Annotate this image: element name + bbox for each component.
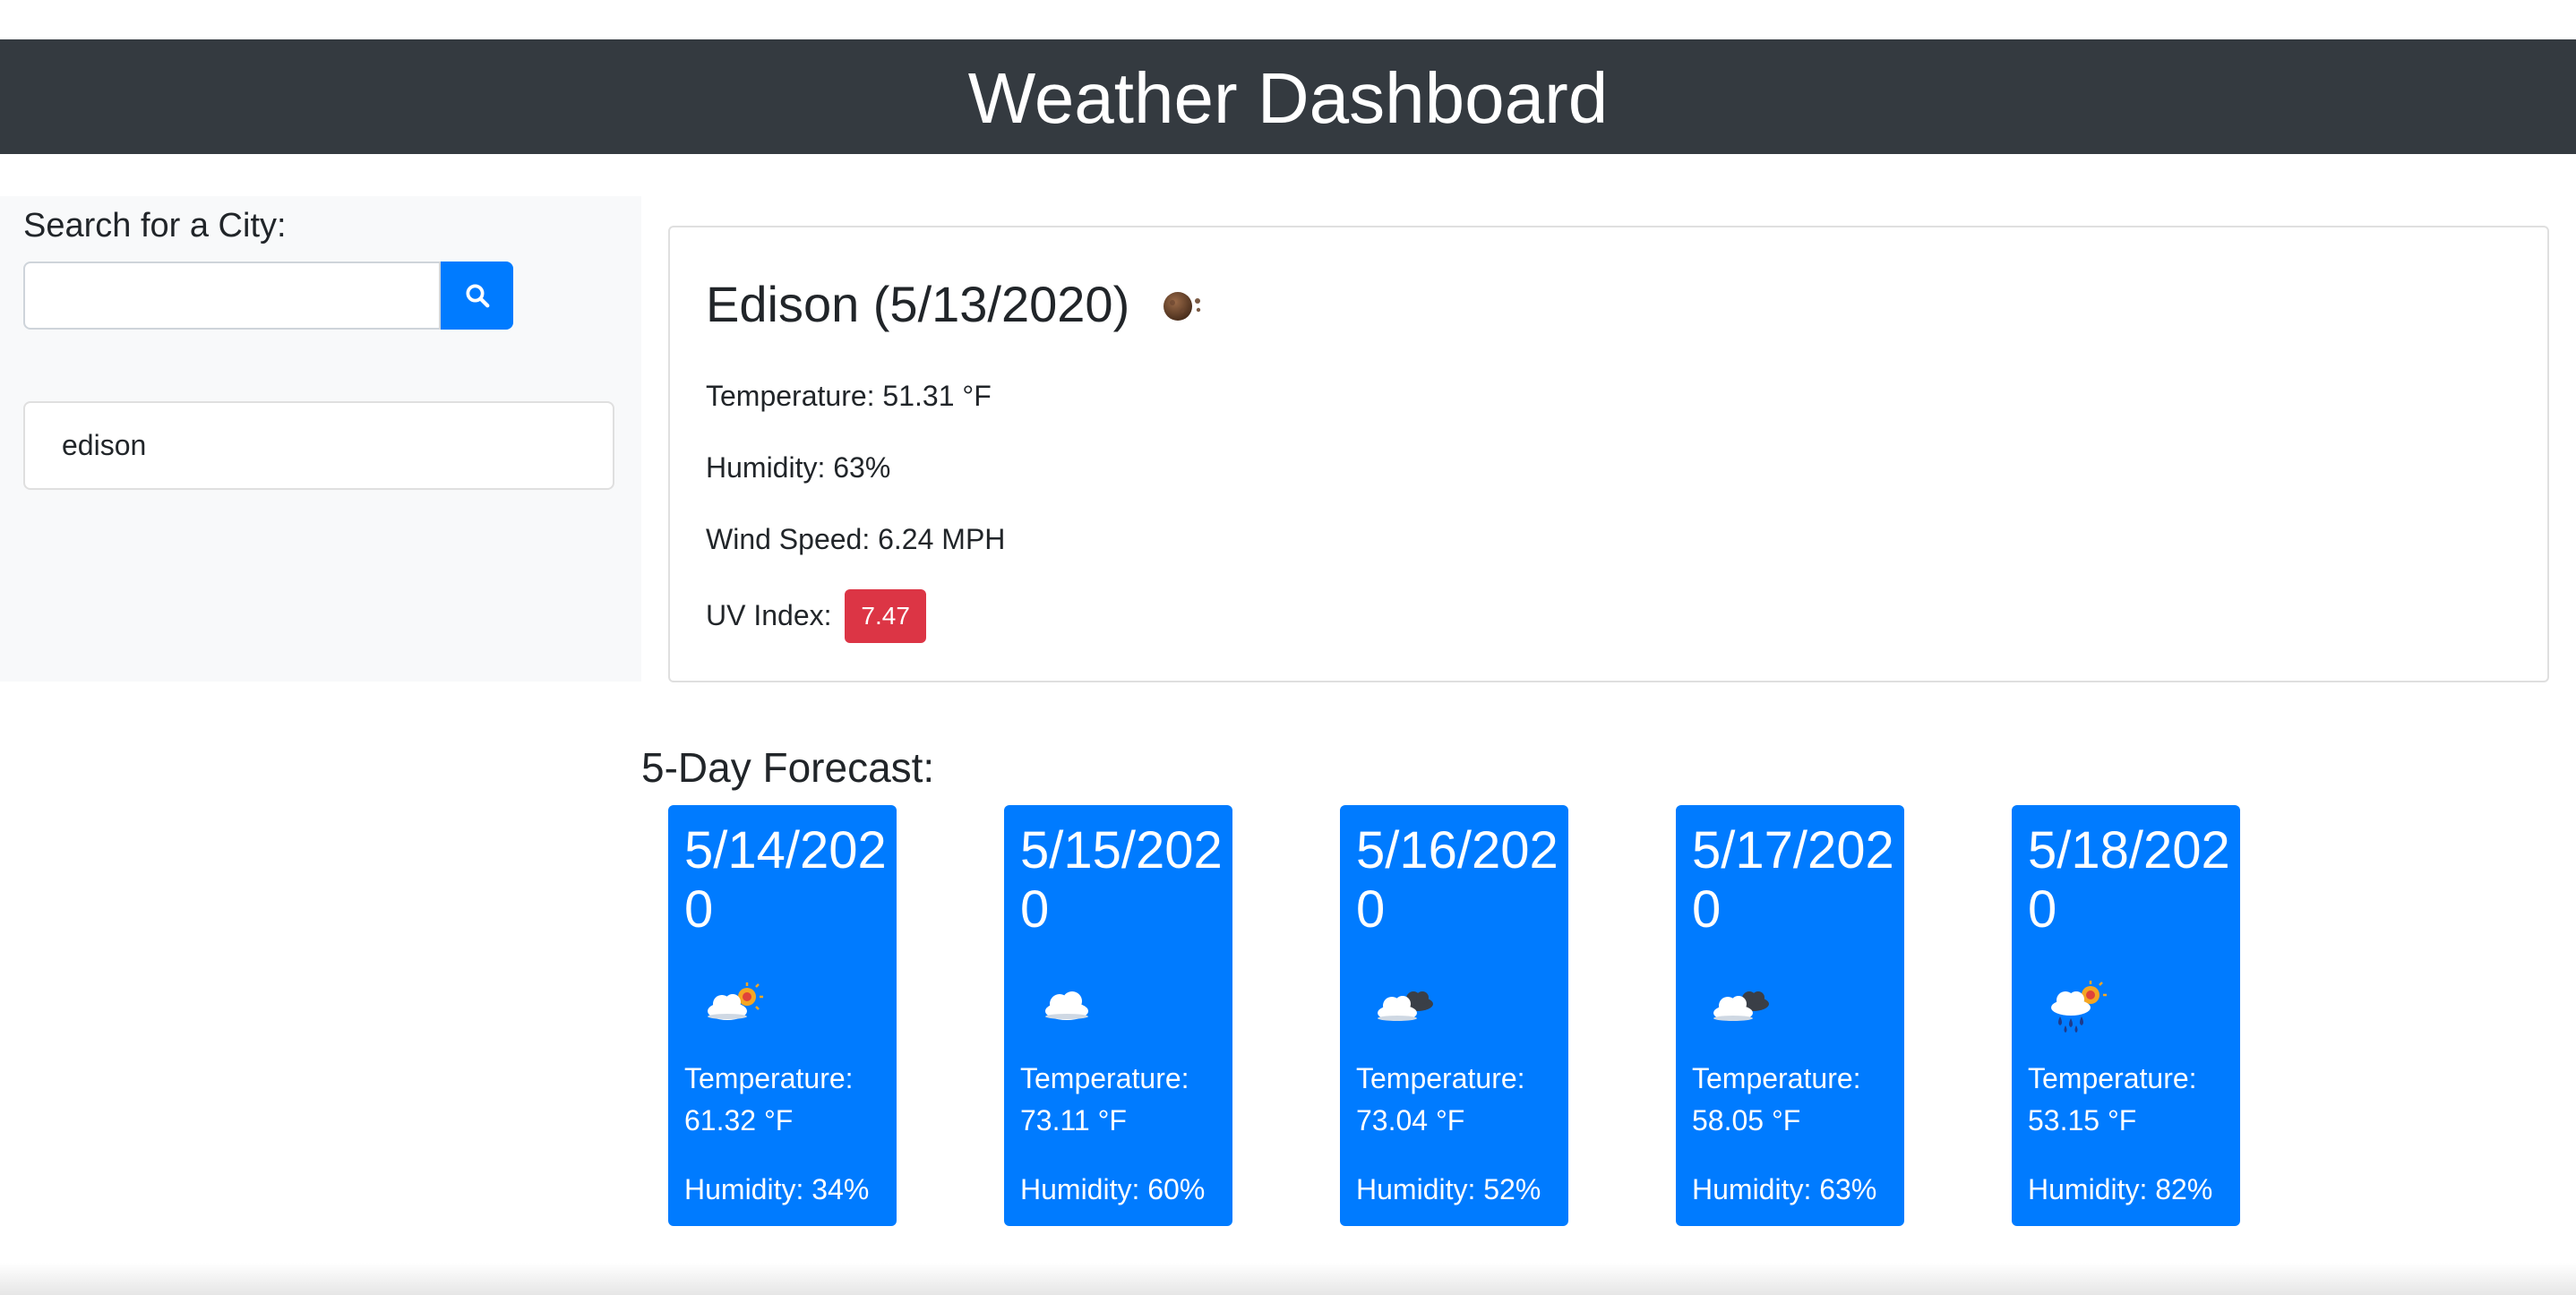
- forecast-temperature-label: Temperature:: [1020, 1062, 1189, 1094]
- forecast-temperature: 53.15 °F: [2028, 1104, 2137, 1136]
- forecast-card: 5/17/2020 Temperature: 58.05 °F Humidity…: [1676, 805, 1904, 1226]
- forecast-temperature-label: Temperature:: [1356, 1062, 1525, 1094]
- forecast-humidity: Humidity: 63%: [1692, 1173, 1877, 1205]
- search-button[interactable]: [441, 262, 513, 330]
- rain-sun-icon: [2051, 981, 2107, 1033]
- forecast-temperature: 61.32 °F: [684, 1104, 794, 1136]
- page-title: Weather Dashboard: [967, 58, 1609, 138]
- forecast-temperature-label: Temperature:: [684, 1062, 854, 1094]
- forecast-card: 5/16/2020 Temperature: 73.04 °F Humidity…: [1340, 805, 1568, 1226]
- page-header: Weather Dashboard: [0, 39, 2576, 154]
- forecast-humidity: Humidity: 82%: [2028, 1173, 2213, 1205]
- forecast-humidity: Humidity: 34%: [684, 1173, 870, 1205]
- search-history-item-label: edison: [62, 429, 147, 461]
- uv-index-badge: 7.47: [845, 588, 926, 643]
- current-weather-title: Edison (5/13/2020): [706, 274, 1210, 335]
- forecast-temperature-label: Temperature:: [2028, 1062, 2197, 1094]
- search-input[interactable]: [23, 262, 441, 330]
- forecast-temperature: 58.05 °F: [1692, 1104, 1801, 1136]
- search-history-item[interactable]: edison: [23, 401, 614, 490]
- moon-clear-icon: [1153, 276, 1210, 333]
- current-wind-speed: Wind Speed: 6.24 MPH: [706, 523, 1006, 555]
- forecast-humidity: Humidity: 52%: [1356, 1173, 1541, 1205]
- search-label: Search for a City:: [23, 207, 287, 244]
- forecast-humidity: Humidity: 60%: [1020, 1173, 1206, 1205]
- current-city-date: Edison (5/13/2020): [706, 276, 1130, 332]
- forecast-title: 5-Day Forecast:: [641, 744, 935, 791]
- search-icon: [466, 284, 489, 308]
- forecast-card: 5/18/2020 Temperature: 53.15 °F Humidity…: [2012, 805, 2240, 1226]
- forecast-date: 5/15/2020: [1020, 821, 1223, 939]
- partly-cloudy-day-icon: [708, 982, 763, 1020]
- forecast-card: 5/14/2020 Temperature: 61.32 °F Humidity…: [668, 805, 897, 1226]
- forecast-temperature: 73.11 °F: [1020, 1104, 1127, 1136]
- forecast-temperature: 73.04 °F: [1356, 1104, 1465, 1136]
- bottom-edge-shadow: [0, 1263, 2576, 1295]
- broken-clouds-icon: [1378, 991, 1433, 1021]
- forecast-temperature-label: Temperature:: [1692, 1062, 1861, 1094]
- current-uv-index: UV Index: 7.47: [706, 588, 926, 645]
- forecast-date: 5/18/2020: [2028, 821, 2230, 939]
- forecast-date: 5/14/2020: [684, 821, 887, 939]
- current-humidity: Humidity: 63%: [706, 451, 891, 484]
- search-history-list: edison: [23, 401, 614, 490]
- forecast-date: 5/17/2020: [1692, 821, 1894, 939]
- current-weather-card: Edison (5/13/2020) Temperature: 51.31 °F…: [668, 226, 2549, 682]
- cloud-icon: [1045, 991, 1088, 1020]
- forecast-card: 5/15/2020 Temperature: 73.11 °F Humidity…: [1004, 805, 1232, 1226]
- uv-index-label: UV Index:: [706, 599, 832, 631]
- forecast-date: 5/16/2020: [1356, 821, 1558, 939]
- current-temperature: Temperature: 51.31 °F: [706, 380, 992, 412]
- broken-clouds-icon: [1713, 991, 1769, 1021]
